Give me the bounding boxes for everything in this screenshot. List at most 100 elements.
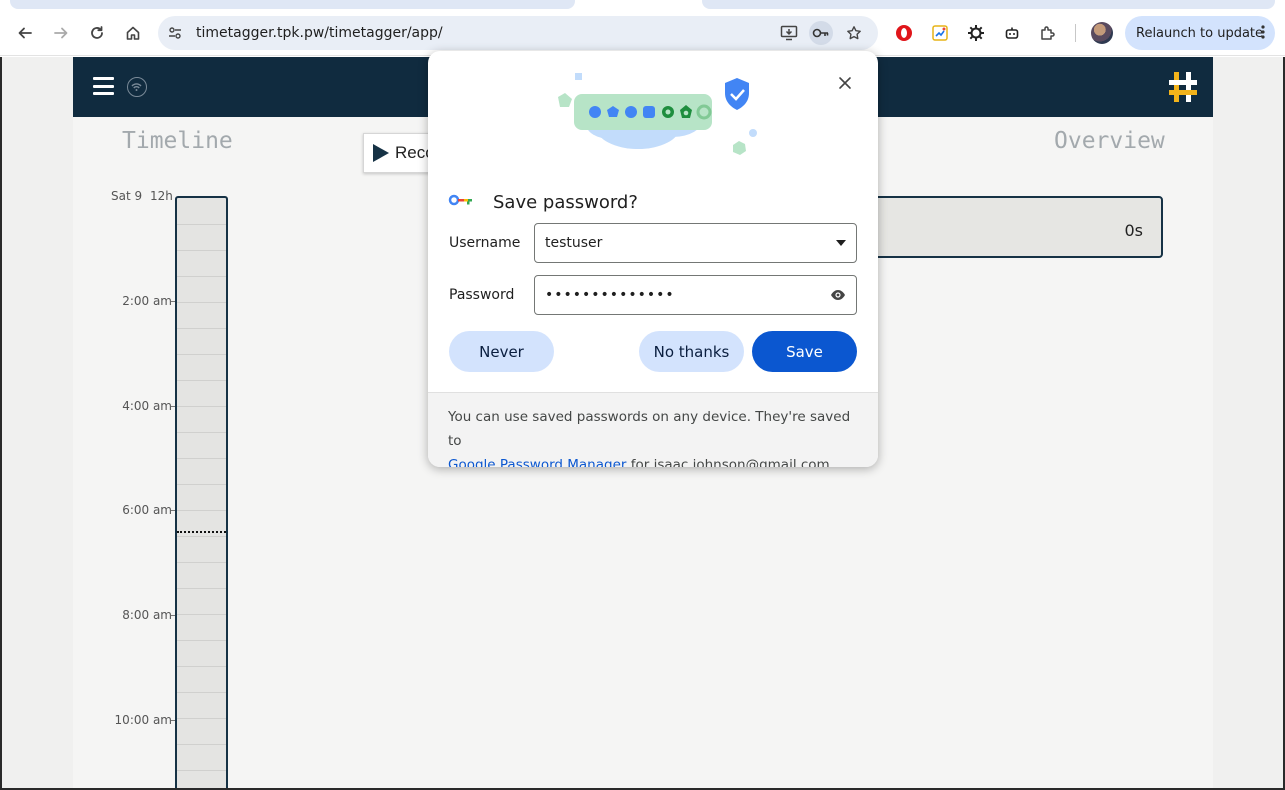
tick-mark (171, 720, 175, 721)
close-dialog-button[interactable] (833, 71, 857, 95)
relaunch-label: Relaunch to update (1136, 25, 1264, 41)
reload-icon (91, 26, 103, 39)
timeline-gridline (177, 380, 226, 381)
dialog-footer: You can use saved passwords on any devic… (428, 392, 878, 467)
tab-background[interactable] (10, 0, 575, 9)
timeline-tick-label: 8:00 am (122, 608, 172, 622)
robot-extension-icon (1005, 27, 1019, 39)
timeline-column[interactable] (175, 196, 228, 790)
timeline-gridline (177, 354, 226, 355)
bookmark-button[interactable] (842, 21, 866, 45)
close-icon (839, 77, 851, 89)
password-manager-button[interactable] (809, 21, 833, 45)
tick-mark (171, 301, 175, 302)
dropdown-arrow-icon (836, 240, 846, 246)
extensions-menu-button[interactable] (1036, 21, 1060, 45)
install-app-button[interactable] (777, 21, 801, 45)
back-button[interactable] (12, 20, 38, 46)
timeline-title: Timeline (122, 128, 233, 154)
extension-opera-button[interactable] (892, 21, 916, 45)
timeline-gridline (177, 458, 226, 459)
tick-mark (171, 406, 175, 407)
star-icon (847, 26, 861, 40)
tab-background[interactable] (702, 0, 1275, 9)
url-text[interactable]: timetagger.tpk.pw/timetagger/app/ (196, 25, 443, 41)
tick-mark (171, 615, 175, 616)
password-illustration (543, 69, 763, 169)
forward-button[interactable] (48, 20, 74, 46)
timeline-gridline (177, 432, 226, 433)
timeline-tick-label: 6:00 am (122, 503, 172, 517)
kebab-menu-icon (1261, 25, 1265, 39)
timeline-zoom-label[interactable]: 12h (150, 189, 173, 203)
timeline-gridline (177, 224, 226, 225)
forward-arrow-icon (54, 27, 68, 39)
timeline-tick-label: 4:00 am (122, 399, 172, 413)
install-icon (780, 25, 798, 41)
save-password-dialog: Save password? Username testuser Passwor… (428, 51, 878, 467)
extension-robot-button[interactable] (1000, 21, 1024, 45)
sun-gear-extension-icon (968, 25, 984, 41)
timeline-gridline (177, 744, 226, 745)
timeline-gridline (177, 276, 226, 277)
timeline-gridline (177, 692, 226, 693)
timeline-gridline (177, 614, 226, 615)
timeline-gridline (177, 510, 226, 511)
timeline-gridline (177, 484, 226, 485)
reload-button[interactable] (84, 20, 110, 46)
back-arrow-icon (18, 27, 32, 39)
browser-toolbar: timetagger.tpk.pw/timetagger/app/ Relaun… (0, 10, 1285, 56)
timeline-gridline (177, 562, 226, 563)
home-icon (126, 26, 140, 40)
password-manager-link[interactable]: Google Password Manager (448, 457, 626, 467)
password-value: •••••••••••••• (545, 287, 675, 303)
overview-title: Overview (1054, 128, 1165, 154)
home-button[interactable] (120, 20, 146, 46)
red-shield-extension-icon (896, 25, 912, 41)
timetagger-logo-icon[interactable] (1168, 70, 1198, 104)
profile-avatar[interactable] (1091, 22, 1113, 44)
colored-chart-extension-icon (932, 25, 948, 41)
extension-chart-button[interactable] (928, 21, 952, 45)
key-icon (812, 28, 829, 38)
timeline-gridline (177, 640, 226, 641)
never-button[interactable]: Never (449, 331, 554, 372)
timeline-gridline (177, 718, 226, 719)
timeline-tick-label: 10:00 am (114, 713, 172, 727)
puzzle-icon (1041, 26, 1055, 40)
hamburger-menu-icon[interactable] (93, 77, 114, 95)
tab-strip (0, 0, 1285, 10)
footer-account-text: for isaac.johnson@gmail.com. (626, 457, 834, 467)
timeline-date-label: Sat 9 (111, 189, 143, 203)
google-key-icon (448, 193, 474, 212)
extension-gear-button[interactable] (964, 21, 988, 45)
username-label: Username (449, 235, 521, 251)
site-info-button[interactable] (163, 21, 187, 45)
overview-total-card[interactable]: 0s (868, 196, 1163, 258)
dialog-title: Save password? (493, 192, 638, 213)
save-button[interactable]: Save (752, 331, 857, 372)
tune-icon (169, 27, 181, 39)
current-time-indicator (177, 531, 226, 533)
password-label: Password (449, 287, 515, 303)
timeline-gridline (177, 666, 226, 667)
sync-status-icon[interactable] (127, 77, 147, 97)
address-bar[interactable]: timetagger.tpk.pw/timetagger/app/ (158, 16, 878, 50)
window-border (0, 57, 2, 790)
timeline-gridline (177, 536, 226, 537)
no-thanks-button[interactable]: No thanks (639, 331, 744, 372)
timeline-tick-label: 2:00 am (122, 294, 172, 308)
password-field[interactable]: •••••••••••••• (534, 275, 857, 315)
username-field[interactable]: testuser (534, 223, 857, 263)
timeline-gridline (177, 588, 226, 589)
timeline-gridline (177, 770, 226, 771)
overview-total-value: 0s (1124, 221, 1143, 240)
relaunch-button[interactable]: Relaunch to update (1125, 16, 1275, 50)
footer-text: You can use saved passwords on any devic… (448, 409, 851, 449)
toolbar-separator (1075, 24, 1076, 42)
timeline-gridline (177, 406, 226, 407)
timeline-gridline (177, 250, 226, 251)
tick-mark (171, 510, 175, 511)
timeline-gridline (177, 328, 226, 329)
timeline-gridline (177, 302, 226, 303)
